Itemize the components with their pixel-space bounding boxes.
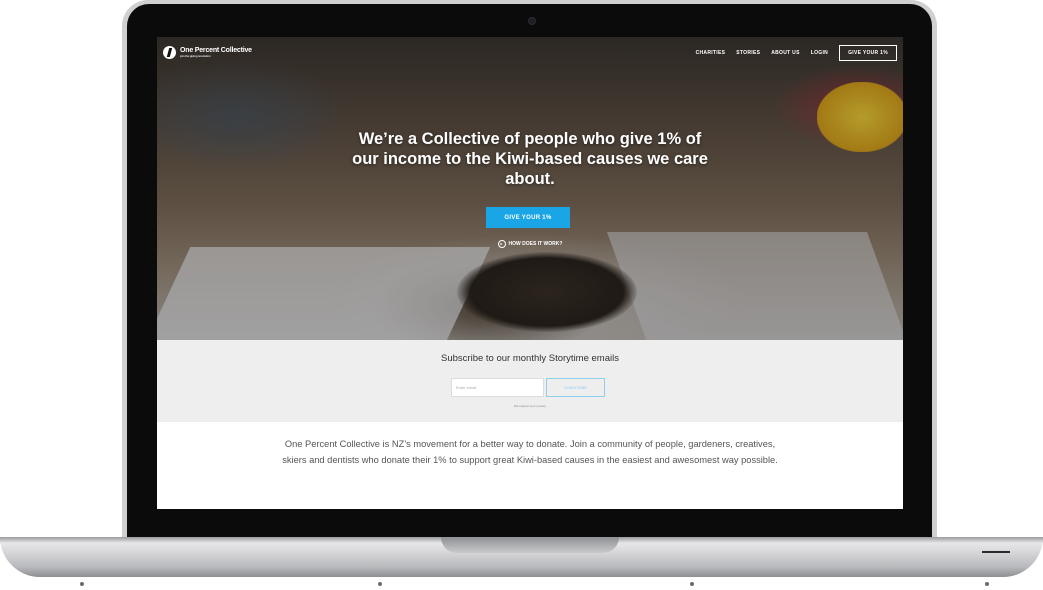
main-nav: CHARITIES STORIES ABOUT US LOGIN GIVE YO… [696,45,897,61]
play-circle-icon: ▸ [497,240,506,248]
laptop-foot [985,582,989,586]
how-it-works-label: HOW DOES IT WORK? [508,241,563,247]
laptop-base-mark [982,551,1010,553]
hero-give-button[interactable]: GIVE YOUR 1% [486,207,570,228]
subscribe-button[interactable]: SUBSCRIBE [546,378,605,397]
laptop-opening-notch [441,537,619,553]
laptop-foot [80,582,84,586]
nav-item-stories[interactable]: STORIES [736,50,760,56]
laptop-screen: One Percent Collective join the giving r… [157,37,903,509]
nav-item-login[interactable]: LOGIN [811,50,828,56]
about-section: One Percent Collective is NZ’s movement … [157,422,903,509]
subscribe-section: Subscribe to our monthly Storytime email… [157,340,903,422]
email-input[interactable]: Enter email [451,378,544,397]
about-text: One Percent Collective is NZ’s movement … [282,439,778,465]
hero-headline: We’re a Collective of people who give 1%… [157,129,903,189]
subscribe-title: Subscribe to our monthly Storytime email… [441,353,619,364]
webcam-icon [528,17,536,25]
laptop-foot [690,582,694,586]
hero-section: One Percent Collective join the giving r… [157,37,903,340]
nav-give-button[interactable]: GIVE YOUR 1% [839,45,897,61]
subscribe-privacy-note: We respect your privacy [513,404,547,408]
nav-item-charities[interactable]: CHARITIES [696,50,726,56]
laptop-foot [378,582,382,586]
hero-headline-text: We’re a Collective of people who give 1%… [352,130,708,188]
site-logo[interactable]: One Percent Collective join the giving r… [163,46,252,59]
logo-icon [163,46,176,59]
how-it-works-link[interactable]: ▸ HOW DOES IT WORK? [157,240,903,248]
logo-text: One Percent Collective [180,47,252,54]
nav-item-about-us[interactable]: ABOUT US [771,50,800,56]
logo-subtext: join the giving revolution [180,54,211,58]
